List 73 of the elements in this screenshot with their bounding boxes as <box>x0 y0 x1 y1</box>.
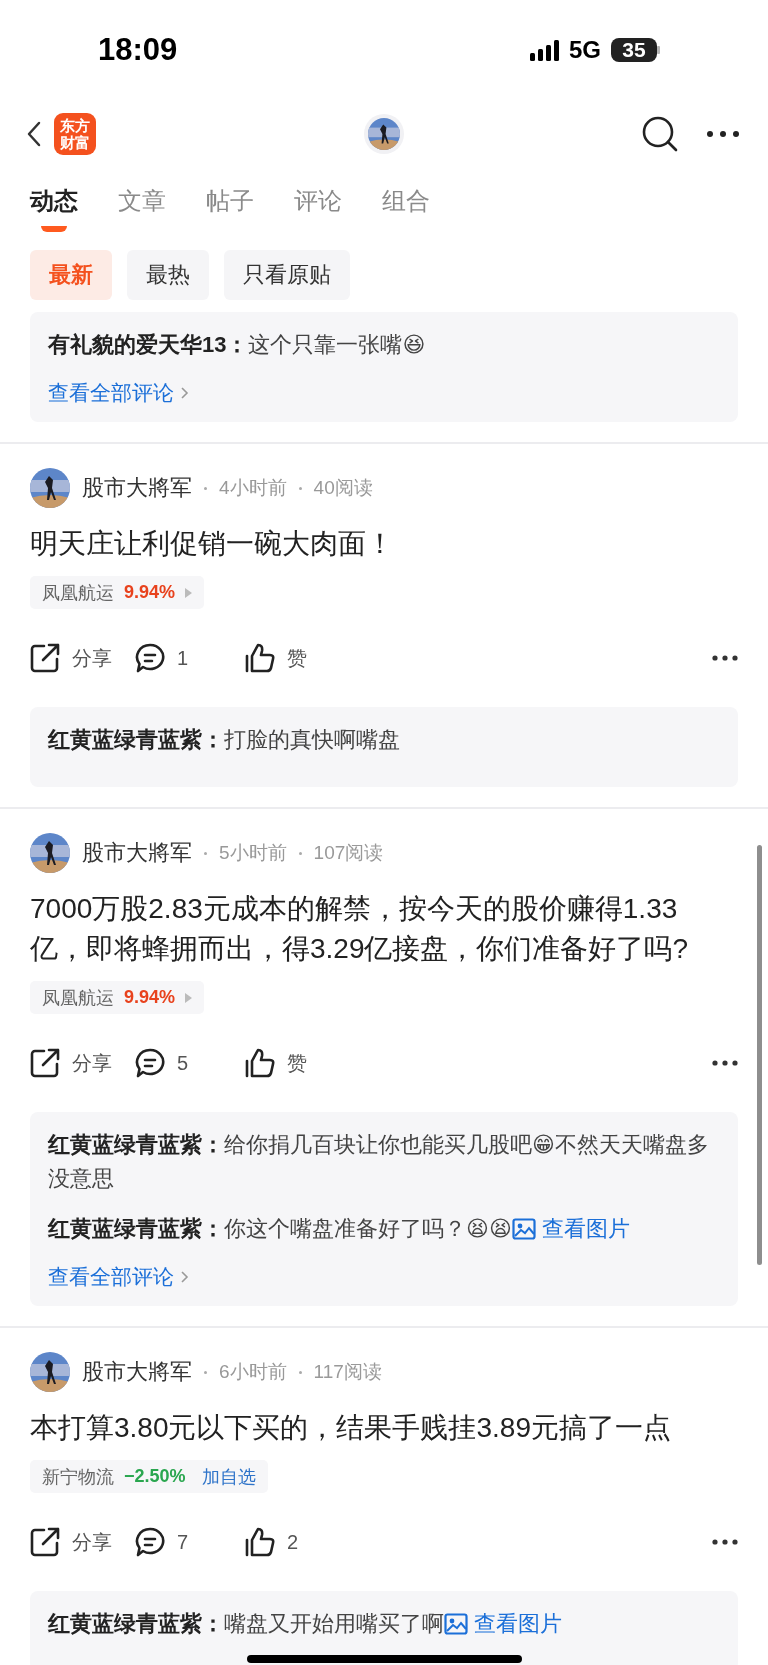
stock-tag[interactable]: 凤凰航运 9.94% <box>30 576 205 609</box>
app-logo: 东方 财富 <box>54 113 96 155</box>
comment-text: 红黄蓝绿青蓝紫：你这个嘴盘准备好了吗？😫😫 <box>48 1216 512 1241</box>
comment-icon <box>135 1048 165 1078</box>
separator-dot <box>204 486 207 490</box>
author-name[interactable]: 股市大將军 <box>82 473 192 503</box>
comment-text: 红黄蓝绿青蓝紫：嘴盘又开始用嘴买了啊 <box>48 1611 444 1636</box>
comment-button[interactable]: 5 <box>135 1048 245 1078</box>
search-icon[interactable] <box>642 116 678 152</box>
thumbs-up-icon <box>245 1048 275 1078</box>
thumbs-up-icon <box>245 643 275 673</box>
comment-button[interactable]: 7 <box>135 1527 245 1557</box>
more-icon[interactable] <box>706 130 740 138</box>
chevron-right-icon <box>180 386 189 400</box>
like-button[interactable]: 2 <box>245 1527 350 1557</box>
share-button[interactable]: 分享 <box>30 1048 135 1078</box>
separator-dot <box>298 1370 302 1374</box>
post-time: 5小时前 <box>219 841 287 865</box>
tab[interactable]: 动态 <box>30 182 78 220</box>
read-count: 107阅读 <box>313 841 384 865</box>
view-image-link[interactable]: 查看图片 <box>444 1607 562 1641</box>
post-time: 4小时前 <box>219 476 287 500</box>
filter-chip[interactable]: 只看原贴 <box>224 250 350 300</box>
share-icon <box>30 1048 60 1078</box>
more-icon[interactable] <box>712 1539 738 1545</box>
chevron-right-icon <box>180 1270 189 1284</box>
author-name[interactable]: 股市大將军 <box>82 838 192 868</box>
post-text: 本打算3.80元以下买的，结果手贱挂3.89元搞了一点 <box>29 1411 672 1445</box>
battery-icon: 35 <box>611 38 660 62</box>
separator-dot <box>204 1370 207 1374</box>
comment-button[interactable]: 1 <box>135 643 245 673</box>
back-icon[interactable] <box>26 121 42 147</box>
add-watchlist-link[interactable]: 加自选 <box>201 1464 256 1489</box>
author-name[interactable]: 股市大將军 <box>82 1357 192 1387</box>
more-icon[interactable] <box>712 655 738 661</box>
price-change: −2.50% <box>124 1466 186 1487</box>
comment-text: 红黄蓝绿青蓝紫：打脸的真快啊嘴盘 <box>48 727 400 752</box>
share-button[interactable]: 分享 <box>30 643 135 673</box>
stock-tag[interactable]: 凤凰航运 9.94% <box>30 981 205 1014</box>
signal-icon <box>530 39 559 61</box>
comment-text: 红黄蓝绿青蓝紫：给你捐几百块让你也能买几股吧😁不然天天嘴盘多没意思 <box>48 1132 709 1191</box>
price-change: 9.94% <box>124 582 176 603</box>
read-count: 117阅读 <box>313 1360 382 1384</box>
separator-dot <box>204 851 207 855</box>
stock-tag[interactable]: 新宁物流 −2.50% 加自选 <box>30 1460 268 1493</box>
comment-icon <box>135 1527 165 1557</box>
network-label: 5G <box>569 36 601 64</box>
image-icon <box>511 1218 536 1240</box>
share-button[interactable]: 分享 <box>30 1527 135 1557</box>
view-image-link[interactable]: 查看图片 <box>511 1212 630 1246</box>
comment-icon <box>135 643 165 673</box>
read-count: 40阅读 <box>313 476 373 500</box>
view-all-comments-link[interactable]: 查看全部评论 <box>48 378 189 408</box>
more-icon[interactable] <box>712 1060 738 1066</box>
play-icon <box>185 992 193 1003</box>
like-button[interactable]: 赞 <box>245 643 350 673</box>
post-text: 7000万股2.83元成本的解禁，按今天的股价赚得1.33亿，即将蜂拥而出，得3.29亿接盘，你们准备好了吗? <box>29 892 690 966</box>
share-icon <box>30 643 60 673</box>
share-icon <box>30 1527 60 1557</box>
clock-time: 18:09 <box>98 32 178 68</box>
price-change: 9.94% <box>124 987 176 1008</box>
separator-dot <box>298 486 302 490</box>
like-button[interactable]: 赞 <box>245 1048 350 1078</box>
thumbs-up-icon <box>245 1527 275 1557</box>
separator-dot <box>298 851 302 855</box>
post-text: 明天庄让利促销一碗大肉面！ <box>29 527 395 561</box>
view-all-comments-link[interactable]: 查看全部评论 <box>48 1262 189 1292</box>
comment-text: 有礼貌的爱天华13：这个只靠一张嘴😆 <box>48 332 426 357</box>
play-icon <box>185 587 193 598</box>
image-icon <box>444 1613 468 1635</box>
filter-chip[interactable]: 最热 <box>127 250 209 300</box>
post-time: 6小时前 <box>219 1360 287 1384</box>
tab-underline <box>41 226 67 232</box>
